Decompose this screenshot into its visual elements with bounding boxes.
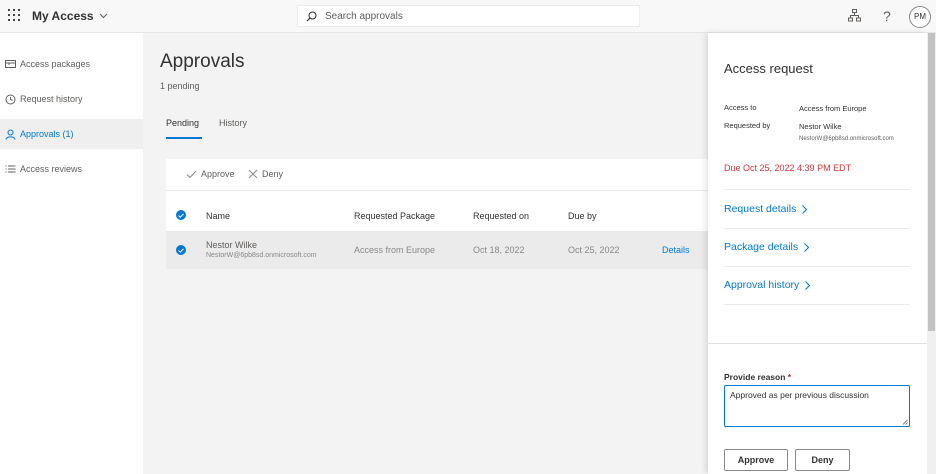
row-checkbox[interactable] [176,245,186,255]
package-details-label: Package details [724,241,799,253]
row-package: Access from Europe [354,245,436,255]
resize-grip-icon[interactable] [902,419,908,425]
waffle-icon[interactable] [8,9,21,22]
approve-command-label: Approve [201,169,235,179]
divider [724,228,910,229]
search-input[interactable]: Search approvals [297,5,640,27]
sidebar-item-label: Access reviews [20,164,83,174]
divider [166,190,708,191]
sidebar-item-approvals[interactable]: Approvals (1) [0,119,143,149]
deny-command[interactable]: Deny [248,169,283,179]
due-date: Due Oct 25, 2022 4:39 PM EDT [724,163,852,173]
divider [724,189,910,190]
sidebar-item-access-reviews[interactable]: Access reviews [0,154,143,184]
scrollbar-thumb[interactable] [928,33,935,331]
divider [724,266,910,267]
row-details-link[interactable]: Details [662,245,690,255]
request-details-link[interactable]: Request details [724,203,808,215]
access-request-panel: Access request Access to Access from Eur… [708,33,927,474]
row-requested-on: Oct 18, 2022 [473,245,525,255]
page-title: Approvals [160,51,245,72]
person-icon [5,129,16,140]
sidebar-item-label: Request history [20,94,83,104]
access-to-value: Access from Europe [799,104,867,113]
list-icon [5,165,16,173]
chevron-right-icon [805,280,811,290]
chevron-right-icon [802,204,808,214]
app-title: My Access [32,9,94,23]
column-header-name[interactable]: Name [206,211,230,221]
deny-command-label: Deny [262,169,284,179]
help-icon[interactable]: ? [883,8,891,24]
row-name: Nestor Wilke [206,240,258,250]
main-content: Approvals 1 pending Pending History Appr… [143,33,708,474]
search-placeholder: Search approvals [325,10,403,22]
chevron-down-icon [99,13,107,19]
approve-button[interactable]: Approve [724,449,788,471]
requested-by-email: NestorW@6pb8sd.onmicrosoft.com [799,136,894,142]
package-icon [5,60,16,68]
chevron-right-icon [804,242,810,252]
pending-count: 1 pending [160,81,200,91]
checkmark-icon [178,247,184,253]
approval-history-link[interactable]: Approval history [724,279,811,291]
panel-title: Access request [724,61,813,76]
org-chart-icon[interactable] [848,9,861,27]
close-icon [248,169,258,179]
search-icon [306,11,317,21]
history-icon [5,94,16,104]
row-due-by: Oct 25, 2022 [568,245,620,255]
sidebar-item-label: Approvals (1) [20,129,74,139]
request-details-label: Request details [724,203,797,215]
select-all-checkbox[interactable] [176,210,186,220]
tab-active-indicator [166,137,202,139]
reason-label: Provide reason * [724,372,791,382]
deny-button[interactable]: Deny [795,449,850,471]
required-mark: * [787,372,792,382]
requested-by-label: Requested by [724,121,771,130]
checkmark-icon [178,212,184,218]
divider [724,304,910,305]
checkmark-icon [186,170,197,178]
sidebar-item-request-history[interactable]: Request history [0,84,143,114]
package-details-link[interactable]: Package details [724,241,810,253]
reason-label-text: Provide reason [724,372,786,382]
top-bar: My Access Search approvals ? PM [0,0,936,33]
column-header-package[interactable]: Requested Package [354,211,435,221]
sidebar: Access packages Request history Approval… [0,33,143,474]
sidebar-item-label: Access packages [20,59,91,69]
reason-textarea[interactable]: Approved as per previous discussion [724,385,910,427]
column-header-requested-on[interactable]: Requested on [473,211,529,221]
approve-command[interactable]: Approve [186,169,235,179]
requested-by-name: Nestor Wilke [799,122,842,131]
app-title-menu[interactable]: My Access [32,9,108,23]
table-row[interactable]: Nestor Wilke NestorW@6pb8sd.onmicrosoft.… [166,231,708,269]
row-email: NestorW@6pb8sd.onmicrosoft.com [206,252,317,259]
column-header-due-by[interactable]: Due by [568,211,597,221]
tab-pending[interactable]: Pending [166,118,199,128]
reason-text: Approved as per previous discussion [730,390,869,400]
tab-history[interactable]: History [219,118,247,128]
access-to-label: Access to [724,103,757,112]
approval-history-label: Approval history [724,279,800,291]
sidebar-item-access-packages[interactable]: Access packages [0,49,143,79]
avatar[interactable]: PM [909,6,931,28]
approvals-table: Approve Deny Name Requested Package Requ… [166,159,708,269]
footer-divider [708,343,927,344]
